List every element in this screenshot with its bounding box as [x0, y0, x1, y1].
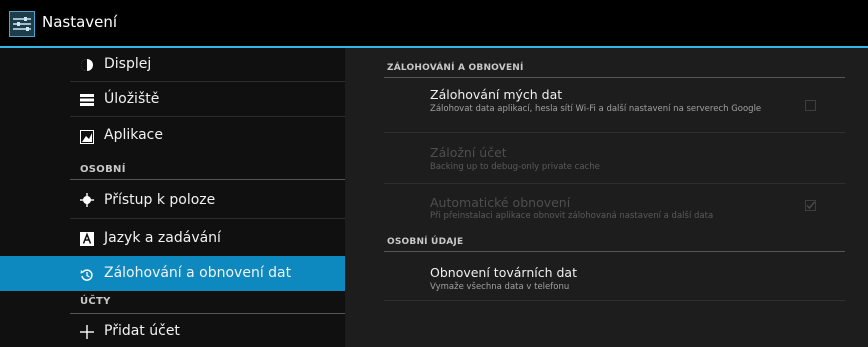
preference-title: Automatické obnovení [430, 195, 571, 210]
preference-summary: Zálohovat data aplikací, hesla sítí Wi-F… [430, 104, 762, 114]
section-header-backup-restore: ZÁLOHOVÁNÍ A OBNOVENÍ [387, 63, 524, 73]
sidebar-item-add-account[interactable]: Přidat účet [0, 314, 345, 347]
backup-account-preference: Záložní účet Backing up to debug-only pr… [345, 133, 868, 183]
sidebar-item-label: Jazyk a zadávání [104, 230, 221, 246]
settings-detail-pane: ZÁLOHOVÁNÍ A OBNOVENÍ Zálohování mých da… [345, 48, 868, 347]
language-icon [80, 231, 94, 246]
factory-reset-preference[interactable]: Obnovení továrních dat Vymaže všechna da… [345, 252, 868, 300]
sidebar-item-label: Displej [104, 56, 152, 72]
sidebar-item-storage[interactable]: Úložiště [0, 82, 345, 116]
divider [384, 300, 845, 301]
section-header-personal: OSOBNÍ [80, 164, 126, 175]
add-icon [80, 324, 94, 339]
sidebar-item-backup[interactable]: Zálohování a obnovení dat [0, 256, 345, 291]
preference-title: Obnovení továrních dat [430, 265, 577, 280]
action-bar: Nastavení [0, 0, 868, 48]
location-icon [80, 192, 94, 207]
sidebar-item-location[interactable]: Přístup k poloze [0, 180, 345, 218]
sidebar-item-apps[interactable]: Aplikace [0, 117, 345, 152]
sidebar-item-label: Přidat účet [104, 323, 180, 339]
sidebar-item-label: Úložiště [104, 91, 160, 107]
settings-sliders-icon[interactable] [9, 11, 35, 37]
backup-icon [80, 267, 94, 281]
page-title: Nastavení [42, 13, 118, 31]
preference-summary: Backing up to debug-only private cache [430, 162, 600, 172]
apps-icon [80, 129, 94, 144]
auto-restore-preference: Automatické obnovení Při přeinstalaci ap… [345, 184, 868, 231]
auto-restore-checkbox [805, 200, 816, 211]
preference-summary: Při přeinstalaci aplikace obnovit záloho… [430, 211, 714, 221]
display-icon [80, 57, 94, 71]
sidebar-item-language[interactable]: Jazyk a zadávání [0, 219, 345, 256]
sidebar-item-label: Přístup k poloze [104, 192, 216, 208]
preference-summary: Vymaže všechna data v telefonu [430, 282, 570, 292]
backup-data-preference[interactable]: Zálohování mých dat Zálohovat data aplik… [345, 78, 868, 131]
settings-sidebar: Displej Úložiště Aplikace OSOBNÍ Přístup… [0, 48, 345, 347]
sidebar-item-label: Aplikace [104, 127, 163, 143]
preference-title: Záložní účet [430, 145, 507, 160]
sidebar-item-display[interactable]: Displej [0, 48, 345, 81]
storage-icon [80, 92, 94, 106]
backup-data-checkbox[interactable] [805, 100, 816, 111]
section-header-accounts: ÚČTY [80, 296, 111, 307]
preference-title: Zálohování mých dat [430, 87, 563, 102]
section-header-personal-data: OSOBNÍ ÚDAJE [387, 237, 464, 247]
sidebar-item-label: Zálohování a obnovení dat [104, 265, 292, 281]
